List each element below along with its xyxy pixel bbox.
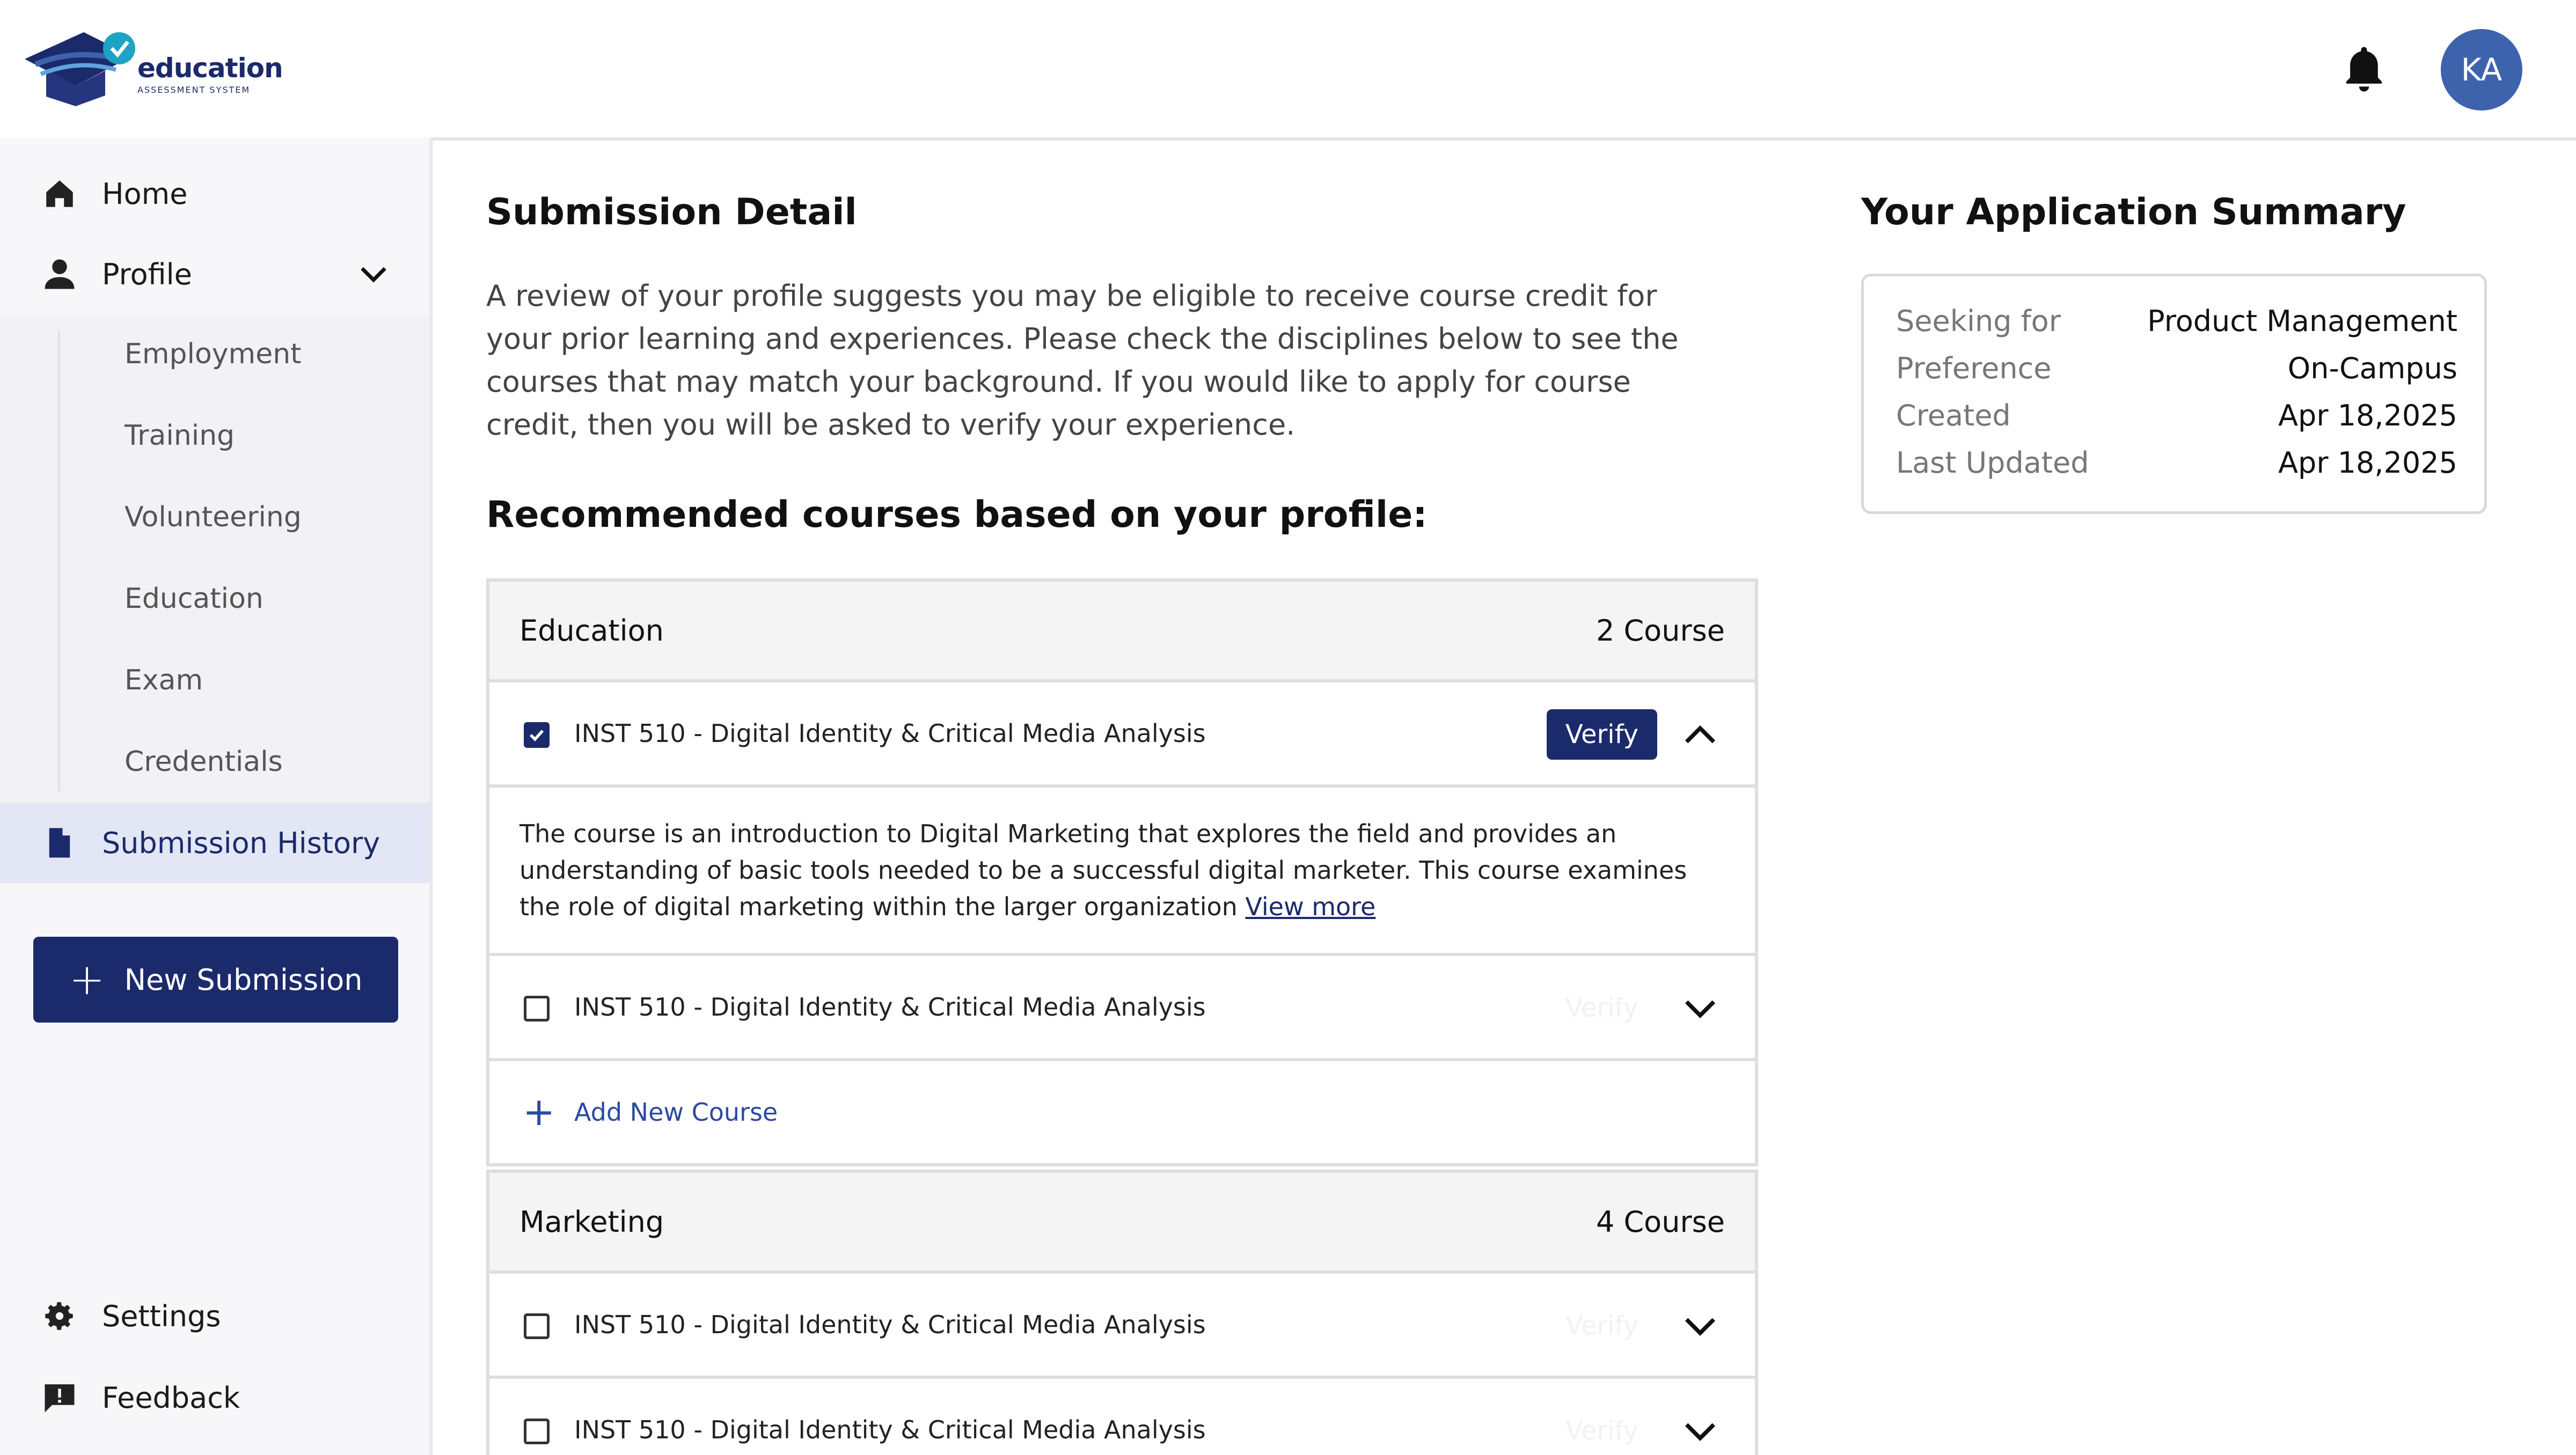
sidebar-item-label: Home — [102, 177, 188, 211]
sidebar-subitem-employment[interactable]: Employment — [125, 338, 302, 370]
course-title: INST 510 - Digital Identity & Critical M… — [574, 1415, 1206, 1444]
plus-icon: + — [69, 954, 105, 1004]
sidebar-subitem-credentials[interactable]: Credentials — [125, 746, 283, 778]
sidebar-subitem-exam[interactable]: Exam — [125, 664, 203, 696]
chevron-down-icon[interactable] — [1680, 1306, 1721, 1347]
sidebar-item-label: Feedback — [102, 1380, 240, 1415]
course-detail-panel: The course is an introduction to Digital… — [486, 788, 1758, 956]
summary-label: Preference — [1896, 351, 2052, 385]
course-row[interactable]: INST 510 - Digital Identity & Critical M… — [486, 956, 1758, 1061]
sidebar-subitem-volunteering[interactable]: Volunteering — [125, 501, 302, 533]
recommended-heading: Recommended courses based on your profil… — [486, 494, 1428, 536]
summary-row-seeking: Seeking for Product Management — [1896, 304, 2457, 347]
course-row[interactable]: INST 510 - Digital Identity & Critical M… — [486, 682, 1758, 788]
graduation-cap-icon — [25, 32, 135, 106]
verify-button[interactable]: Verify — [1547, 709, 1657, 760]
new-submission-label: New Submission — [124, 962, 363, 997]
feedback-icon — [45, 1384, 75, 1413]
verify-button-disabled: Verify — [1565, 993, 1639, 1023]
sidebar-subitem-education[interactable]: Education — [125, 583, 264, 615]
summary-label: Created — [1896, 399, 2011, 432]
chevron-up-icon[interactable] — [1680, 715, 1721, 755]
verify-button-disabled: Verify — [1565, 1416, 1639, 1446]
brand-name: education — [137, 53, 283, 84]
avatar-initials: KA — [2461, 52, 2502, 88]
submenu-guide-line — [58, 330, 60, 792]
document-icon — [49, 828, 70, 858]
group-header-marketing[interactable]: Marketing 4 Course — [486, 1170, 1758, 1274]
course-row[interactable]: INST 510 - Digital Identity & Critical M… — [486, 1274, 1758, 1379]
checkmark-icon — [530, 730, 544, 741]
group-name: Education — [519, 614, 664, 648]
sidebar-item-label: Submission History — [102, 826, 380, 860]
sidebar-item-label: Profile — [102, 257, 192, 291]
course-title: INST 510 - Digital Identity & Critical M… — [574, 1310, 1206, 1339]
course-title: INST 510 - Digital Identity & Critical M… — [574, 719, 1206, 748]
add-new-course-link[interactable]: Add New Course — [574, 1098, 778, 1127]
summary-row-preference: Preference On-Campus — [1896, 351, 2457, 394]
summary-value: Product Management — [2147, 304, 2457, 338]
home-icon — [46, 180, 73, 207]
sidebar-item-home[interactable]: Home — [0, 153, 429, 234]
sidebar: Home Profile Employment Training Volunte… — [0, 137, 433, 1455]
main-content: Submission Detail A review of your profi… — [486, 137, 1763, 1455]
application-summary-card: Seeking for Product Management Preferenc… — [1861, 274, 2487, 514]
summary-label: Seeking for — [1896, 304, 2061, 338]
course-title: INST 510 - Digital Identity & Critical M… — [574, 993, 1206, 1022]
person-icon — [45, 259, 75, 289]
course-checkbox[interactable] — [524, 722, 550, 748]
new-submission-button[interactable]: + New Submission — [33, 937, 398, 1023]
page-description: A review of your profile suggests you ma… — [486, 279, 1679, 442]
gear-icon — [45, 1302, 73, 1330]
chevron-down-icon[interactable] — [1680, 988, 1721, 1029]
summary-value: Apr 18,2025 — [2278, 399, 2457, 432]
brand-logo[interactable]: education ASSESSMENT SYSTEM — [25, 27, 283, 113]
summary-value: On-Campus — [2287, 351, 2457, 385]
course-checkbox[interactable] — [524, 1419, 550, 1444]
group-header-education[interactable]: Education 2 Course — [486, 578, 1758, 682]
top-bar: education ASSESSMENT SYSTEM KA — [0, 0, 2576, 141]
chevron-down-icon[interactable] — [356, 257, 391, 291]
summary-title: Your Application Summary — [1861, 191, 2406, 233]
sidebar-item-label: Settings — [102, 1299, 221, 1333]
add-new-course-row[interactable]: + Add New Course — [486, 1061, 1758, 1166]
course-checkbox[interactable] — [524, 996, 550, 1022]
sidebar-item-profile[interactable]: Profile — [0, 234, 429, 314]
user-avatar[interactable]: KA — [2441, 29, 2522, 111]
group-course-count: 4 Course — [1596, 1205, 1725, 1239]
plus-icon: + — [523, 1089, 555, 1134]
course-checkbox[interactable] — [524, 1313, 550, 1339]
page-title: Submission Detail — [486, 191, 857, 233]
view-more-link[interactable]: View more — [1245, 892, 1375, 921]
summary-row-created: Created Apr 18,2025 — [1896, 399, 2457, 442]
brand-subtitle: ASSESSMENT SYSTEM — [137, 85, 251, 95]
group-name: Marketing — [519, 1205, 664, 1239]
group-course-count: 2 Course — [1596, 614, 1725, 648]
course-row[interactable]: INST 510 - Digital Identity & Critical M… — [486, 1379, 1758, 1455]
summary-value: Apr 18,2025 — [2278, 446, 2457, 480]
sidebar-item-submission-history[interactable]: Submission History — [0, 803, 429, 883]
profile-submenu: Employment Training Volunteering Educati… — [0, 314, 429, 803]
bell-icon[interactable] — [2340, 44, 2388, 95]
sidebar-item-feedback[interactable]: Feedback — [0, 1357, 429, 1438]
course-description-text: The course is an introduction to Digital… — [519, 819, 1687, 921]
course-description: The course is an introduction to Digital… — [519, 815, 1716, 925]
sidebar-item-settings[interactable]: Settings — [0, 1276, 429, 1356]
summary-label: Last Updated — [1896, 446, 2089, 480]
chevron-down-icon[interactable] — [1680, 1411, 1721, 1452]
verify-button-disabled: Verify — [1565, 1311, 1639, 1341]
sidebar-subitem-training[interactable]: Training — [125, 420, 235, 452]
summary-row-last-updated: Last Updated Apr 18,2025 — [1896, 446, 2457, 489]
